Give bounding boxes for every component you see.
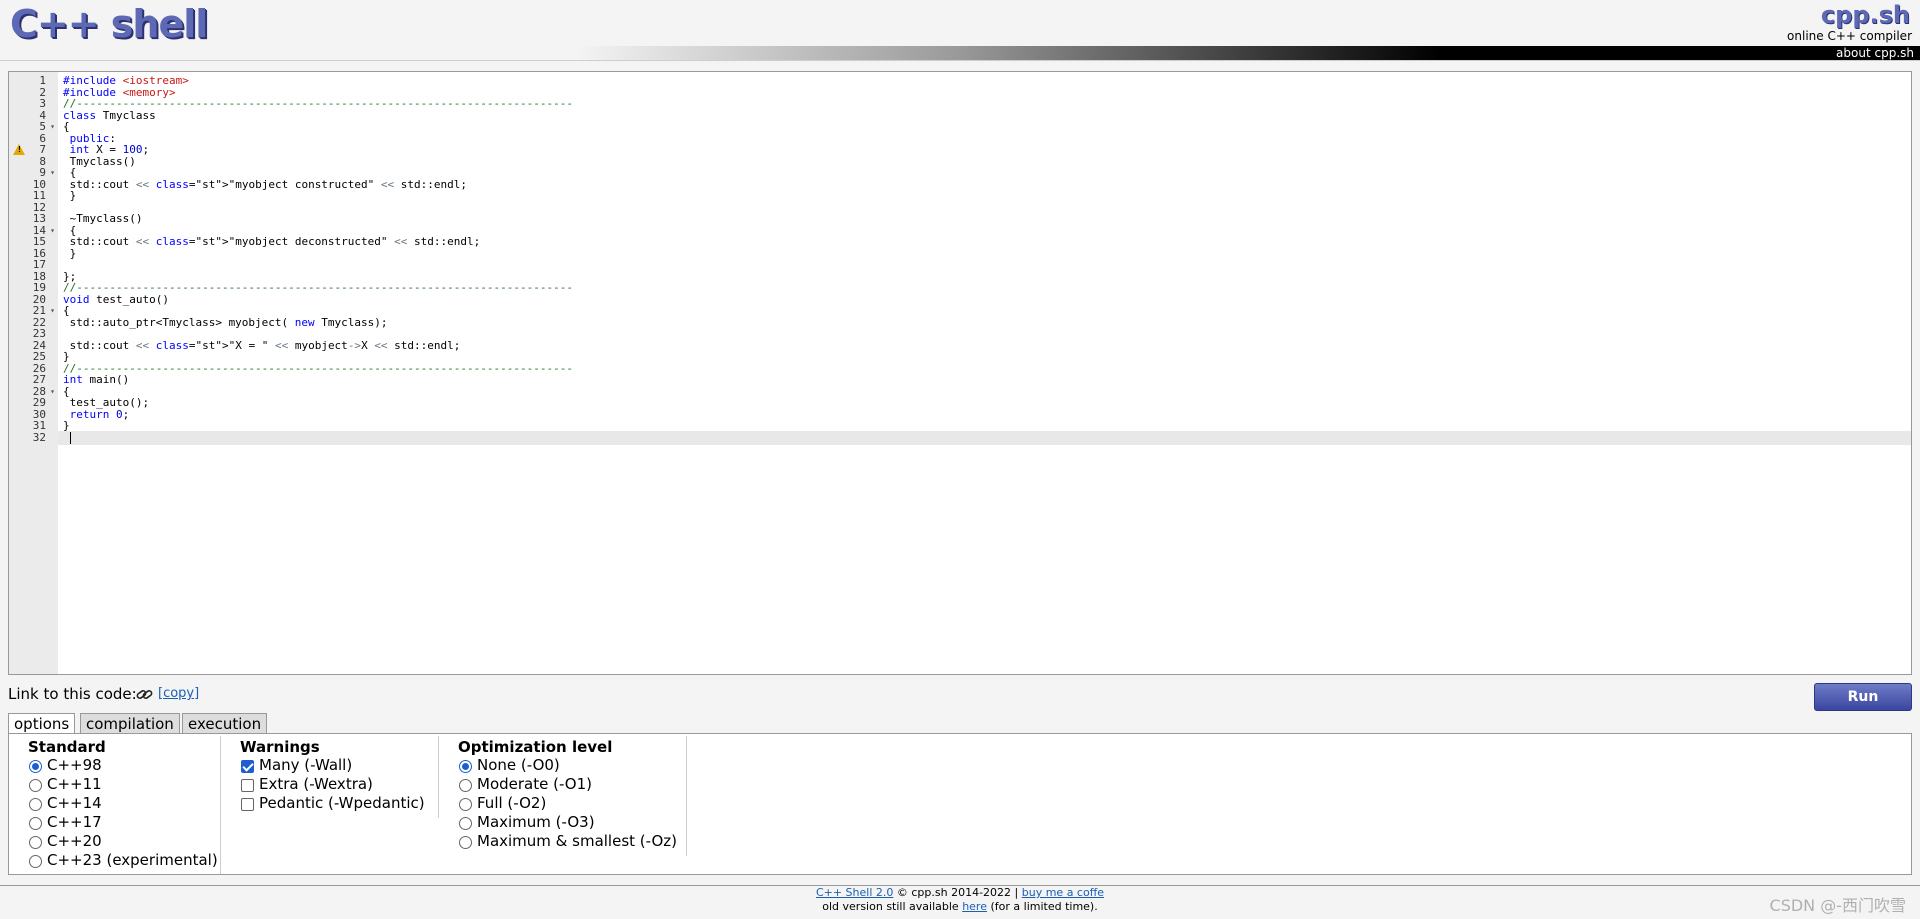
run-button[interactable]: Run xyxy=(1814,683,1912,711)
radio-button[interactable] xyxy=(459,760,472,773)
code-editor[interactable]: 12345▾6789▾1011121314▾15161718192021▾222… xyxy=(8,71,1912,675)
warnings-option-label: Many (-Wall) xyxy=(259,756,353,774)
code-line[interactable]: } xyxy=(63,419,70,433)
tab-execution[interactable]: execution xyxy=(182,713,268,734)
divider xyxy=(220,736,221,874)
tab-compilation[interactable]: compilation xyxy=(80,713,180,734)
optimization-option-label: Moderate (-O1) xyxy=(477,775,592,793)
footer: C++ Shell 2.0 © cpp.sh 2014-2022 | buy m… xyxy=(0,886,1920,914)
code-line[interactable]: std::cout << class="st">"myobject constr… xyxy=(63,178,467,192)
code-line[interactable]: class Tmyclass xyxy=(63,109,156,123)
radio-button[interactable] xyxy=(29,855,42,868)
radio-button[interactable] xyxy=(459,817,472,830)
checkbox[interactable] xyxy=(241,760,254,773)
standard-option[interactable]: C++20 xyxy=(28,832,218,851)
warnings-group: Warnings Many (-Wall) Extra (-Wextra) Peda… xyxy=(240,738,425,813)
standard-option[interactable]: C++23 (experimental) xyxy=(28,851,218,870)
radio-button[interactable] xyxy=(29,779,42,792)
active-line-highlight xyxy=(9,430,1911,445)
here-link[interactable]: here xyxy=(962,900,987,913)
standard-option-label: C++11 xyxy=(47,775,102,793)
line-number: 32 xyxy=(32,430,46,444)
divider xyxy=(438,736,439,818)
standard-title: Standard xyxy=(28,738,106,756)
optimization-option[interactable]: None (-O0) xyxy=(458,756,677,775)
old-version-text: old version still available xyxy=(822,900,959,913)
radio-button[interactable] xyxy=(459,779,472,792)
radio-button[interactable] xyxy=(29,817,42,830)
coffee-link[interactable]: buy me a coffe xyxy=(1022,886,1104,899)
about-link[interactable]: about cpp.sh xyxy=(1836,46,1914,60)
standard-option-label: C++98 xyxy=(47,756,102,774)
code-line[interactable]: std::cout << class="st">"myobject decons… xyxy=(63,235,481,249)
optimization-option[interactable]: Full (-O2) xyxy=(458,794,677,813)
standard-option[interactable]: C++98 xyxy=(28,756,218,775)
watermark: CSDN @-西门吹雪 xyxy=(1769,896,1906,915)
warning-icon[interactable] xyxy=(13,144,25,155)
checkbox[interactable] xyxy=(241,798,254,811)
code-line[interactable]: } xyxy=(63,247,77,261)
text-cursor xyxy=(70,431,71,444)
standard-option-label: C++20 xyxy=(47,832,102,850)
radio-button[interactable] xyxy=(459,798,472,811)
optimization-option-label: Maximum & smallest (-Oz) xyxy=(477,832,678,850)
standard-option[interactable]: C++11 xyxy=(28,775,218,794)
code-line[interactable]: void test_auto() xyxy=(63,293,169,307)
code-line[interactable]: std::cout << class="st">"X = " << myobje… xyxy=(63,339,461,353)
standard-option-label: C++17 xyxy=(47,813,102,831)
options-panel: Standard C++98 C++11 C++14 C++17 C++20 C++23 … xyxy=(8,733,1912,875)
code-line[interactable]: //--------------------------------------… xyxy=(63,362,573,376)
header: C++ shell cpp.sh online C++ compiler xyxy=(0,0,1920,46)
warnings-option-label: Extra (-Wextra) xyxy=(259,775,373,793)
copy-link[interactable]: [copy] xyxy=(158,686,199,702)
site-name[interactable]: cpp.sh xyxy=(1821,0,1910,30)
standard-option[interactable]: C++14 xyxy=(28,794,218,813)
code-line[interactable]: std::auto_ptr<Tmyclass> myobject( new Tm… xyxy=(63,316,388,330)
optimization-option[interactable]: Maximum (-O3) xyxy=(458,813,677,832)
code-line[interactable]: int main() xyxy=(63,373,129,387)
link-label: Link to this code: xyxy=(8,685,137,703)
standard-option-label: C++23 (experimental) xyxy=(47,851,218,869)
radio-button[interactable] xyxy=(29,798,42,811)
standard-group: Standard C++98 C++11 C++14 C++17 C++20 C++23 … xyxy=(28,738,218,870)
checkbox[interactable] xyxy=(241,779,254,792)
optimization-group: Optimization level None (-O0) Moderate (-… xyxy=(458,738,677,851)
warnings-option[interactable]: Pedantic (-Wpedantic) xyxy=(240,794,425,813)
line-number-gutter: 12345▾6789▾1011121314▾15161718192021▾222… xyxy=(9,72,58,674)
warnings-option-label: Pedantic (-Wpedantic) xyxy=(259,794,425,812)
optimization-option-label: None (-O0) xyxy=(477,756,560,774)
tab-options[interactable]: options xyxy=(8,713,76,734)
radio-button[interactable] xyxy=(29,836,42,849)
warnings-option[interactable]: Many (-Wall) xyxy=(240,756,425,775)
standard-option[interactable]: C++17 xyxy=(28,813,218,832)
site-subtitle: online C++ compiler xyxy=(1787,29,1912,43)
warnings-option[interactable]: Extra (-Wextra) xyxy=(240,775,425,794)
code-line[interactable]: } xyxy=(63,189,77,203)
optimization-option[interactable]: Moderate (-O1) xyxy=(458,775,677,794)
divider xyxy=(0,60,1920,61)
logo[interactable]: C++ shell xyxy=(10,2,208,46)
header-gradient-bar xyxy=(0,46,1920,60)
link-icon[interactable] xyxy=(136,687,153,705)
optimization-title: Optimization level xyxy=(458,738,613,756)
copyright-text: © cpp.sh 2014-2022 | xyxy=(896,886,1019,899)
radio-button[interactable] xyxy=(459,836,472,849)
old-version-suffix: (for a limited time). xyxy=(990,900,1098,913)
radio-button[interactable] xyxy=(29,760,42,773)
optimization-option-label: Maximum (-O3) xyxy=(477,813,595,831)
optimization-option[interactable]: Maximum & smallest (-Oz) xyxy=(458,832,677,851)
divider xyxy=(686,736,687,856)
version-link[interactable]: C++ Shell 2.0 xyxy=(816,886,893,899)
code-line[interactable]: return 0; xyxy=(63,408,130,422)
standard-option-label: C++14 xyxy=(47,794,102,812)
warnings-title: Warnings xyxy=(240,738,320,756)
optimization-option-label: Full (-O2) xyxy=(477,794,547,812)
